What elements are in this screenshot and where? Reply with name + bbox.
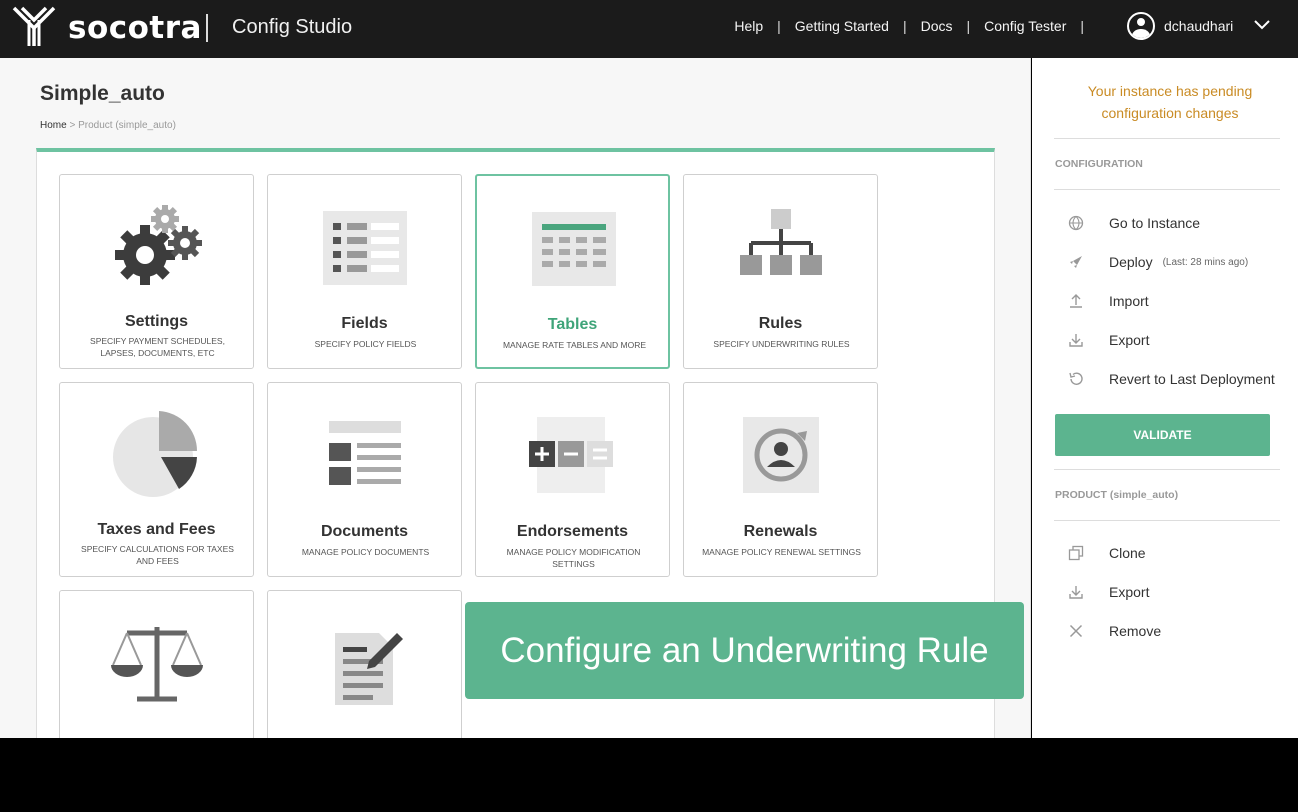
card-fields[interactable]: Fields Specify policy fields [267,174,462,369]
document-list-icon [329,421,401,485]
card-description: Specify calculations for taxes and fees [81,544,234,566]
app-root: socotra Config Studio Help | Getting Sta… [0,0,1298,812]
nav-separator: | [777,18,781,34]
card-description: Manage policy modification settings [506,547,641,569]
chevron-down-icon[interactable] [1254,19,1270,31]
action-label: Go to Instance [1109,215,1201,231]
video-letterbox [0,738,1298,812]
last-deploy-note: (Last: 28 mins ago) [1162,256,1249,268]
clone-icon [1066,543,1086,563]
nav-separator: | [1080,18,1084,34]
card-taxes-and-fees[interactable]: Taxes and Fees Specify calculations for … [59,382,254,577]
nav-separator: | [902,18,907,34]
plus-minus-icon [529,417,613,493]
card-title: Renewals [743,523,818,540]
revert-icon [1066,369,1086,389]
app-name: Config Studio [232,16,353,38]
pending-changes-notice: Your instance has pending configuration … [1087,83,1253,121]
card-title: Tables [547,316,598,333]
page-title: Simple_auto [40,82,165,105]
revert-action[interactable]: Revert to Last Deployment [1066,369,1275,389]
card-title: Endorsements [516,523,629,540]
nav-separator: | [966,18,971,34]
action-label: Export [1109,332,1150,348]
card-description: Manage policy documents [301,547,430,557]
card-title: Settings [124,313,189,330]
close-icon [1066,621,1086,641]
clone-action[interactable]: Clone [1066,543,1146,563]
upload-icon [1066,291,1086,311]
action-label: Import [1109,293,1149,309]
table-icon [532,212,616,286]
action-label: Remove [1109,623,1162,639]
action-label: Export [1109,584,1150,600]
card-documents[interactable]: Documents Manage policy documents [267,382,462,577]
card-renewals[interactable]: Renewals Manage policy renewal settings [683,382,878,577]
card-description: Specify policy fields [314,339,417,349]
top-nav: Help | Getting Started | Docs | Config T… [734,18,1098,34]
globe-icon [1066,213,1086,233]
document-edit-icon [335,633,403,705]
nav-config-tester[interactable]: Config Tester [984,18,1066,34]
action-label: Clone [1109,545,1146,561]
user-avatar-icon [1127,12,1155,40]
rocket-icon [1066,252,1086,272]
user-menu[interactable]: dchaudhari [1127,12,1233,40]
download-icon [1066,582,1086,602]
hierarchy-icon [740,209,822,275]
breadcrumb-current: > Product (simple_auto) [66,120,176,131]
brand-divider [206,14,208,42]
username: dchaudhari [1164,18,1234,34]
download-icon [1066,330,1086,350]
card-description: Specify payment schedules, lapses, docum… [90,336,225,358]
card-description: Specify underwriting rules [713,339,850,349]
action-label: Deploy [1109,254,1153,270]
product-section-label: PRODUCT (simple_auto) [1055,489,1179,501]
export-config-action[interactable]: Export [1066,330,1149,350]
card-tables[interactable]: Tables Manage rate tables and more [475,174,670,369]
nav-getting-started[interactable]: Getting Started [795,18,889,34]
configuration-section-label: CONFIGURATION [1055,158,1143,170]
breadcrumb-home[interactable]: Home [40,120,67,131]
card-title: Taxes and Fees [97,521,216,538]
tutorial-banner: Configure an Underwriting Rule [465,602,1024,699]
go-to-instance-action[interactable]: Go to Instance [1066,213,1200,233]
divider [1054,520,1280,521]
action-label: Revert to Last Deployment [1109,371,1275,387]
card-title: Documents [320,523,409,540]
breadcrumb: Home > Product (simple_auto) [40,120,176,131]
divider [1054,138,1280,139]
card-title: Fields [341,315,388,332]
card-settings[interactable]: Settings Specify payment schedules, laps… [59,174,254,369]
gears-icon [115,205,202,285]
scales-icon [111,627,203,702]
card-title: Rules [758,315,803,332]
divider [1054,469,1280,470]
right-sidebar: Your instance has pending configuration … [1032,58,1298,738]
top-bar: socotra Config Studio Help | Getting Sta… [0,0,1298,58]
renewal-user-icon [743,417,819,493]
nav-docs[interactable]: Docs [921,18,953,34]
deploy-action[interactable]: Deploy (Last: 28 mins ago) [1066,252,1248,272]
card-description: Manage policy renewal settings [702,547,861,557]
brand-name[interactable]: socotra [68,10,202,46]
form-fields-icon [323,211,407,285]
nav-help[interactable]: Help [734,18,763,34]
card-endorsements[interactable]: Endorsements Manage policy modification … [475,382,670,577]
socotra-logo-icon [12,6,56,46]
card-description: Manage rate tables and more [502,340,647,350]
pie-chart-icon [113,411,198,497]
import-action[interactable]: Import [1066,291,1149,311]
export-product-action[interactable]: Export [1066,582,1149,602]
card-rules[interactable]: Rules Specify underwriting rules [683,174,878,369]
divider [1054,189,1280,190]
validate-button[interactable]: VALIDATE [1055,414,1270,456]
remove-action[interactable]: Remove [1066,621,1161,641]
